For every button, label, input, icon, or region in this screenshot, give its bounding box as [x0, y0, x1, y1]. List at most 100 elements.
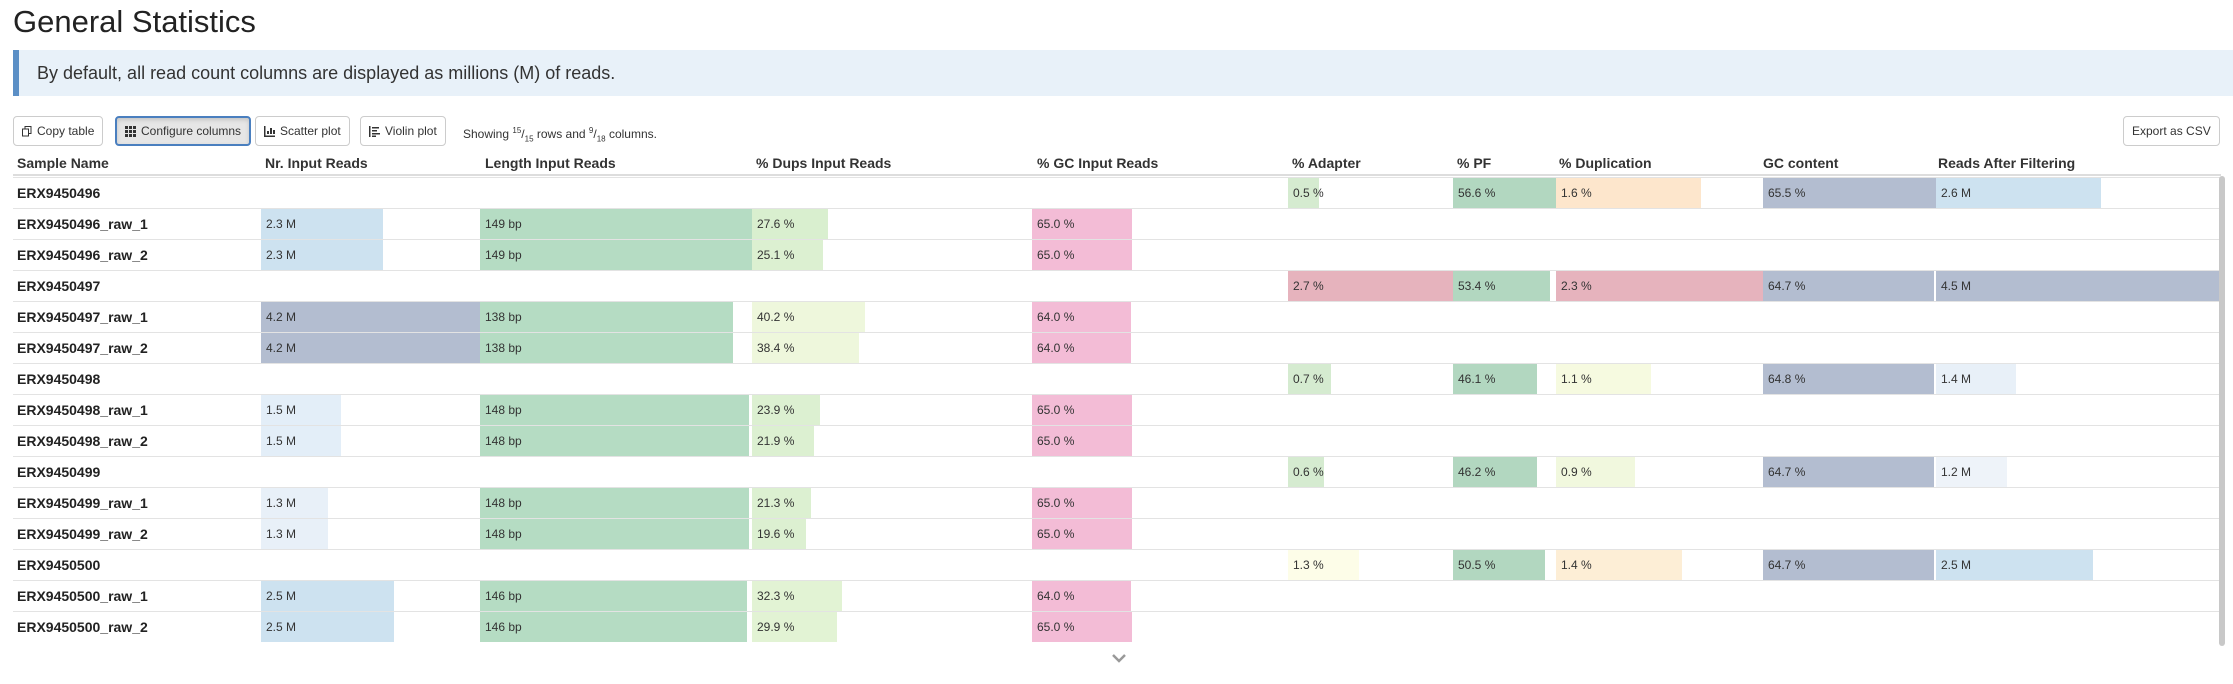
cell-adapter: 0.5 % [1288, 178, 1453, 208]
cell-len: 138 bp [480, 302, 752, 332]
column-header-sample[interactable]: Sample Name [17, 150, 109, 176]
cols-total: 18 [596, 134, 606, 144]
sample-name: ERX9450499_raw_1 [17, 495, 148, 511]
cell-value: 2.5 M [266, 589, 297, 603]
cell-len: 148 bp [480, 395, 752, 425]
page-title: General Statistics [13, 4, 256, 39]
cell-nr: 1.3 M [261, 488, 483, 518]
sample-name: ERX9450499 [17, 464, 101, 480]
scatter-plot-button[interactable]: Scatter plot [255, 116, 350, 146]
table-row: ERX9450496_raw_2 2.3 M 149 bp 25.1 % 65.0 % [13, 239, 2221, 270]
table-row: ERX9450498_raw_1 1.5 M 148 bp 23.9 % 65.0 % [13, 394, 2221, 425]
cell-value: 1.5 M [266, 434, 297, 448]
chevron-down-icon [1110, 653, 1128, 670]
cell-gc: 64.0 % [1032, 581, 1199, 611]
scatter-plot-label: Scatter plot [280, 124, 341, 138]
violin-plot-label: Violin plot [385, 124, 437, 138]
configure-columns-label: Configure columns [141, 124, 242, 138]
cell-adapter: 2.7 % [1288, 271, 1453, 301]
cell-nr: 4.2 M [261, 333, 483, 363]
column-header-dups[interactable]: % Dups Input Reads [756, 150, 891, 176]
column-header-pf[interactable]: % PF [1457, 150, 1491, 176]
cell-value: 29.9 % [757, 620, 795, 634]
cell-gc: 65.0 % [1032, 209, 1199, 239]
cell-value: 2.7 % [1293, 279, 1324, 293]
table-row: ERX9450498 0.7 % 46.1 % 1.1 % 64.8 % 1.4 M [13, 363, 2221, 394]
cell-value: 1.6 % [1561, 186, 1592, 200]
cell-value: 4.2 M [266, 310, 297, 324]
cell-value: 64.8 % [1768, 372, 1806, 386]
cell-value: 64.7 % [1768, 558, 1806, 572]
column-header-gc[interactable]: % GC Input Reads [1037, 150, 1158, 176]
info-banner-text: By default, all read count columns are d… [37, 63, 616, 83]
table-row: ERX9450500_raw_1 2.5 M 146 bp 32.3 % 64.0 % [13, 580, 2221, 611]
cell-value: 1.4 M [1941, 372, 1972, 386]
expand-table-button[interactable] [1110, 652, 1128, 666]
cell-gc: 65.0 % [1032, 395, 1199, 425]
cell-gc: 65.0 % [1032, 426, 1199, 456]
table-row: ERX9450497_raw_1 4.2 M 138 bp 40.2 % 64.0 % [13, 301, 2221, 332]
cell-value: 1.3 % [1293, 558, 1324, 572]
column-header-reads-after[interactable]: Reads After Filtering [1938, 150, 2075, 176]
cell-value: 46.1 % [1458, 372, 1496, 386]
cell-value: 148 bp [485, 434, 522, 448]
showing-summary: Showing 15/15 rows and 9/18 columns. [463, 126, 657, 144]
cell-value: 21.9 % [757, 434, 795, 448]
cell-len: 148 bp [480, 488, 752, 518]
column-header-gccontent[interactable]: GC content [1763, 150, 1838, 176]
export-csv-button[interactable]: Export as CSV [2123, 116, 2220, 146]
cell-gccontent: 64.7 % [1763, 271, 1936, 301]
cell-value: 2.3 % [1561, 279, 1592, 293]
cell-value: 1.4 % [1561, 558, 1592, 572]
cell-len: 149 bp [480, 240, 752, 270]
cell-dups: 32.3 % [752, 581, 1034, 611]
column-header-len[interactable]: Length Input Reads [485, 150, 616, 176]
cell-gc: 65.0 % [1032, 488, 1199, 518]
cell-value: 65.0 % [1037, 496, 1075, 510]
table-row: ERX9450496 0.5 % 56.6 % 1.6 % 65.5 % 2.6 M [13, 177, 2221, 208]
cell-value: 146 bp [485, 589, 522, 603]
cell-pf: 46.1 % [1453, 364, 1556, 394]
column-header-nr[interactable]: Nr. Input Reads [265, 150, 368, 176]
table-row: ERX9450498_raw_2 1.5 M 148 bp 21.9 % 65.0 % [13, 425, 2221, 456]
cell-reads-after: 2.5 M [1936, 550, 2221, 580]
violin-plot-button[interactable]: Violin plot [360, 116, 446, 146]
column-header-adapter[interactable]: % Adapter [1292, 150, 1361, 176]
cell-value: 148 bp [485, 403, 522, 417]
sample-name: ERX9450496 [17, 185, 101, 201]
cell-value: 65.5 % [1768, 186, 1806, 200]
cell-duplication: 1.1 % [1556, 364, 1763, 394]
export-csv-label: Export as CSV [2132, 124, 2211, 138]
cell-adapter: 1.3 % [1288, 550, 1453, 580]
configure-columns-button[interactable]: Configure columns [115, 116, 252, 146]
copy-table-button[interactable]: Copy table [13, 116, 104, 146]
table-scrollbar[interactable] [2219, 176, 2225, 646]
violin-icon [369, 125, 380, 137]
cell-value: 65.0 % [1037, 527, 1075, 541]
cell-len: 148 bp [480, 519, 752, 549]
cell-duplication: 2.3 % [1556, 271, 1763, 301]
cell-gc: 64.0 % [1032, 302, 1199, 332]
column-header-duplication[interactable]: % Duplication [1559, 150, 1652, 176]
cell-gccontent: 65.5 % [1763, 178, 1936, 208]
cell-value: 53.4 % [1458, 279, 1496, 293]
cell-value: 146 bp [485, 620, 522, 634]
cell-value: 65.0 % [1037, 620, 1075, 634]
copy-table-label: Copy table [37, 124, 95, 138]
table-row: ERX9450499 0.6 % 46.2 % 0.9 % 64.7 % 1.2 M [13, 456, 2221, 487]
cell-value: 23.9 % [757, 403, 795, 417]
cell-nr: 2.3 M [261, 209, 483, 239]
cell-nr: 2.5 M [261, 612, 483, 642]
sample-name: ERX9450500_raw_1 [17, 588, 148, 604]
cell-value: 1.5 M [266, 403, 297, 417]
cell-value: 27.6 % [757, 217, 795, 231]
table-row: ERX9450499_raw_1 1.3 M 148 bp 21.3 % 65.0 % [13, 487, 2221, 518]
rows-word: rows and [536, 127, 586, 141]
cell-value: 65.0 % [1037, 248, 1075, 262]
cell-value: 0.6 % [1293, 465, 1324, 479]
sample-name: ERX9450498_raw_1 [17, 402, 148, 418]
cell-pf: 46.2 % [1453, 457, 1556, 487]
cell-gc: 65.0 % [1032, 519, 1199, 549]
cell-value: 64.7 % [1768, 279, 1806, 293]
cell-dups: 25.1 % [752, 240, 1034, 270]
